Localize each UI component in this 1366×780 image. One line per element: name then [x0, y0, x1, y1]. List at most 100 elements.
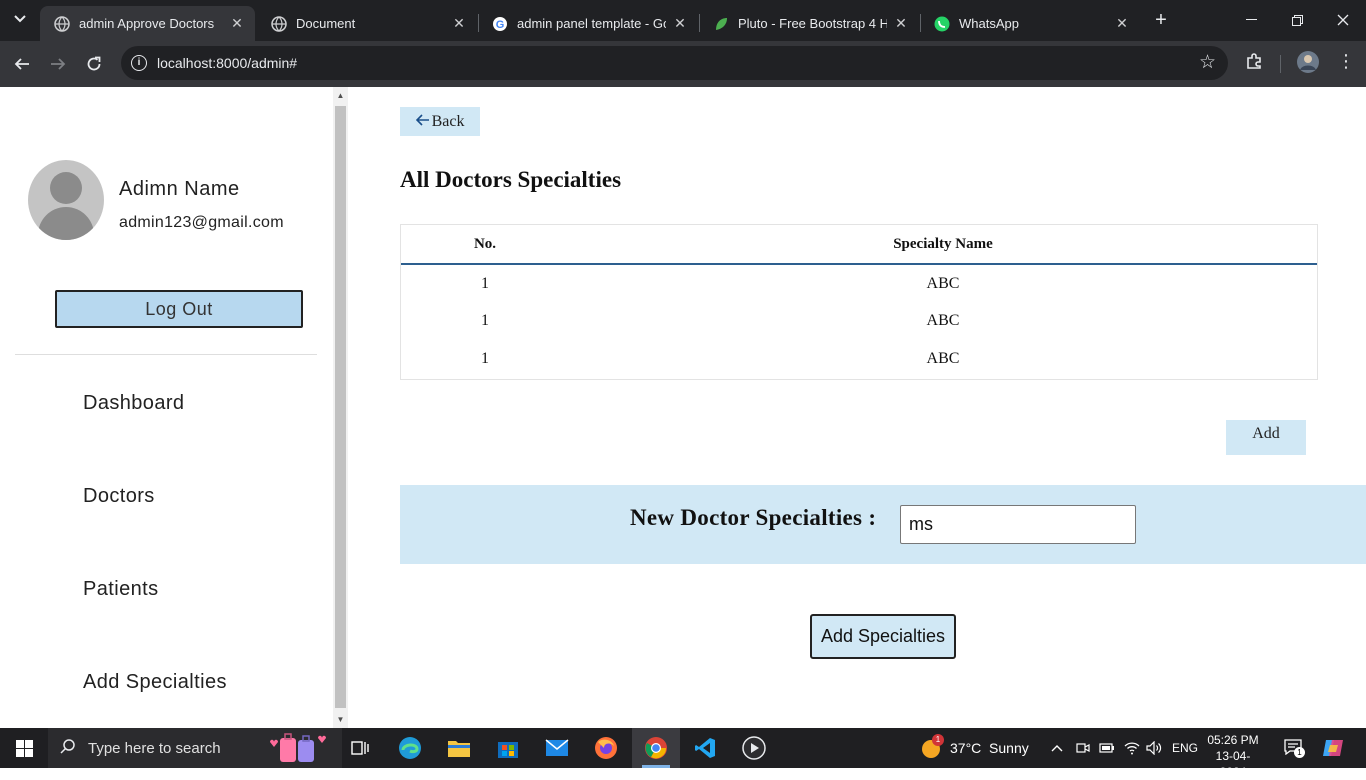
specialty-name: ABC — [926, 350, 960, 367]
sidebar-item-add-specialties[interactable]: Add Specialties — [83, 671, 227, 694]
weather-widget[interactable]: 1 37°C Sunny — [920, 728, 1029, 768]
table-row: 1 ABC — [401, 340, 1317, 378]
toolbar-separator — [1280, 55, 1281, 73]
weather-badge: 1 — [932, 734, 944, 746]
battery-icon[interactable] — [1099, 728, 1115, 768]
new-specialty-label: New Doctor Specialties : — [630, 505, 877, 530]
forward-arrow-icon[interactable] — [45, 51, 71, 77]
tab-title: WhatsApp — [959, 16, 1019, 31]
browser-tab-strip: admin Approve Doctors ✕ Document ✕ G adm… — [0, 0, 1366, 41]
browser-toolbar: i localhost:8000/admin# ☆ ⋮ — [0, 41, 1366, 87]
address-bar[interactable]: i localhost:8000/admin# ☆ — [121, 46, 1228, 80]
tab-title: admin Approve Doctors — [79, 16, 215, 31]
minimize-icon[interactable] — [1228, 0, 1274, 40]
sun-icon: 1 — [920, 734, 944, 759]
meet-now-icon[interactable] — [1076, 728, 1090, 768]
tab-search-chevron-icon[interactable] — [8, 7, 32, 31]
edge-icon[interactable] — [386, 728, 434, 768]
tab-document[interactable]: Document ✕ — [257, 6, 477, 41]
row-number: 1 — [481, 274, 489, 292]
sidebar: Adimn Name admin123@gmail.com Log Out Da… — [0, 87, 333, 728]
google-icon: G — [492, 16, 508, 32]
tab-whatsapp[interactable]: WhatsApp ✕ — [920, 6, 1140, 41]
notifications-icon[interactable]: 1 — [1284, 728, 1305, 768]
extensions-icon[interactable] — [1245, 52, 1263, 75]
firefox-icon[interactable] — [582, 728, 630, 768]
wifi-icon[interactable] — [1124, 728, 1140, 768]
table-header-row: No. Specialty Name — [401, 225, 1317, 265]
back-button[interactable]: Back — [400, 107, 480, 136]
vscode-icon[interactable] — [681, 728, 729, 768]
clock[interactable]: 05:26 PM 13-04-2024 — [1203, 732, 1263, 780]
new-tab-plus-icon[interactable]: + — [1150, 9, 1172, 32]
close-tab-icon[interactable]: ✕ — [451, 15, 467, 32]
globe-icon — [271, 15, 287, 32]
sidebar-item-doctors[interactable]: Doctors — [83, 485, 155, 508]
scrollbar-thumb[interactable] — [335, 106, 346, 708]
notification-count: 1 — [1294, 747, 1305, 758]
reload-icon[interactable] — [81, 51, 107, 77]
more-menu-icon[interactable]: ⋮ — [1337, 51, 1355, 72]
sidebar-scrollbar[interactable]: ▲ ▼ — [333, 87, 348, 728]
page-title: All Doctors Specialties — [400, 167, 622, 192]
close-tab-icon[interactable]: ✕ — [229, 15, 245, 32]
task-view-icon[interactable] — [336, 728, 384, 768]
row-number: 1 — [481, 312, 489, 329]
microsoft-store-icon[interactable] — [484, 728, 532, 768]
volume-icon[interactable] — [1146, 728, 1162, 768]
chrome-icon[interactable] — [632, 728, 680, 768]
specialty-name: ABC — [926, 274, 960, 292]
windows-start-icon[interactable] — [0, 728, 48, 768]
admin-name: Adimn Name — [119, 178, 240, 200]
close-window-icon[interactable] — [1320, 0, 1366, 40]
url-text[interactable]: localhost:8000/admin# — [157, 55, 297, 71]
search-placeholder: Type here to search — [88, 740, 221, 757]
scroll-up-arrow-icon[interactable]: ▲ — [333, 87, 348, 104]
search-icon — [60, 738, 76, 759]
add-specialties-button[interactable]: Add Specialties — [810, 614, 956, 659]
clock-date: 13-04-2024 — [1215, 749, 1251, 779]
tab-title: Pluto - Free Bootstrap 4 HTM — [738, 16, 887, 31]
avatar-icon — [28, 160, 104, 240]
new-specialty-form: New Doctor Specialties : ms — [400, 485, 1366, 564]
close-tab-icon[interactable]: ✕ — [893, 15, 909, 32]
site-info-icon[interactable]: i — [131, 55, 147, 71]
taskbar-search[interactable]: Type here to search — [48, 728, 342, 768]
left-arrow-icon — [415, 113, 430, 131]
svg-text:G: G — [496, 19, 505, 31]
tab-admin-approve-doctors[interactable]: admin Approve Doctors ✕ — [40, 6, 255, 41]
table-row: 1 ABC — [401, 302, 1317, 340]
logout-button[interactable]: Log Out — [55, 290, 303, 328]
sidebar-item-patients[interactable]: Patients — [83, 578, 158, 601]
copilot-icon[interactable] — [1322, 728, 1344, 768]
back-arrow-icon[interactable] — [9, 51, 35, 77]
sidebar-divider — [15, 354, 317, 355]
mail-icon[interactable] — [533, 728, 581, 768]
clock-time: 05:26 PM — [1207, 733, 1259, 747]
add-button[interactable]: Add — [1226, 420, 1306, 455]
close-tab-icon[interactable]: ✕ — [1114, 15, 1130, 32]
tab-title: Document — [296, 16, 356, 31]
sidebar-item-dashboard[interactable]: Dashboard — [83, 392, 184, 415]
file-explorer-icon[interactable] — [435, 728, 483, 768]
close-tab-icon[interactable]: ✕ — [672, 15, 688, 32]
tab-title: admin panel template - Goo — [517, 16, 666, 31]
table-row: 1 ABC — [401, 264, 1317, 302]
restore-icon[interactable] — [1274, 0, 1320, 40]
tab-pluto-bootstrap[interactable]: Pluto - Free Bootstrap 4 HTM ✕ — [699, 6, 919, 41]
tab-admin-panel-template[interactable]: G admin panel template - Goo ✕ — [478, 6, 698, 41]
admin-email: admin123@gmail.com — [119, 214, 284, 231]
windows-taskbar: Type here to search 1 37°C Sunny ENG 05:… — [0, 728, 1366, 779]
column-header-specialty-name: Specialty Name — [569, 225, 1317, 265]
column-header-no: No. — [401, 225, 569, 265]
scroll-down-arrow-icon[interactable]: ▼ — [333, 711, 348, 728]
media-player-icon[interactable] — [730, 728, 778, 768]
profile-avatar-icon[interactable] — [1297, 51, 1319, 78]
new-specialty-input[interactable]: ms — [900, 505, 1136, 544]
page: Adimn Name admin123@gmail.com Log Out Da… — [0, 87, 1366, 728]
luggage-decoration-icon — [270, 733, 326, 762]
pluto-leaf-icon — [713, 16, 729, 32]
bookmark-star-icon[interactable]: ☆ — [1199, 51, 1216, 74]
show-hidden-icons-chevron-icon[interactable] — [1051, 728, 1063, 768]
language-indicator[interactable]: ENG — [1172, 728, 1198, 768]
